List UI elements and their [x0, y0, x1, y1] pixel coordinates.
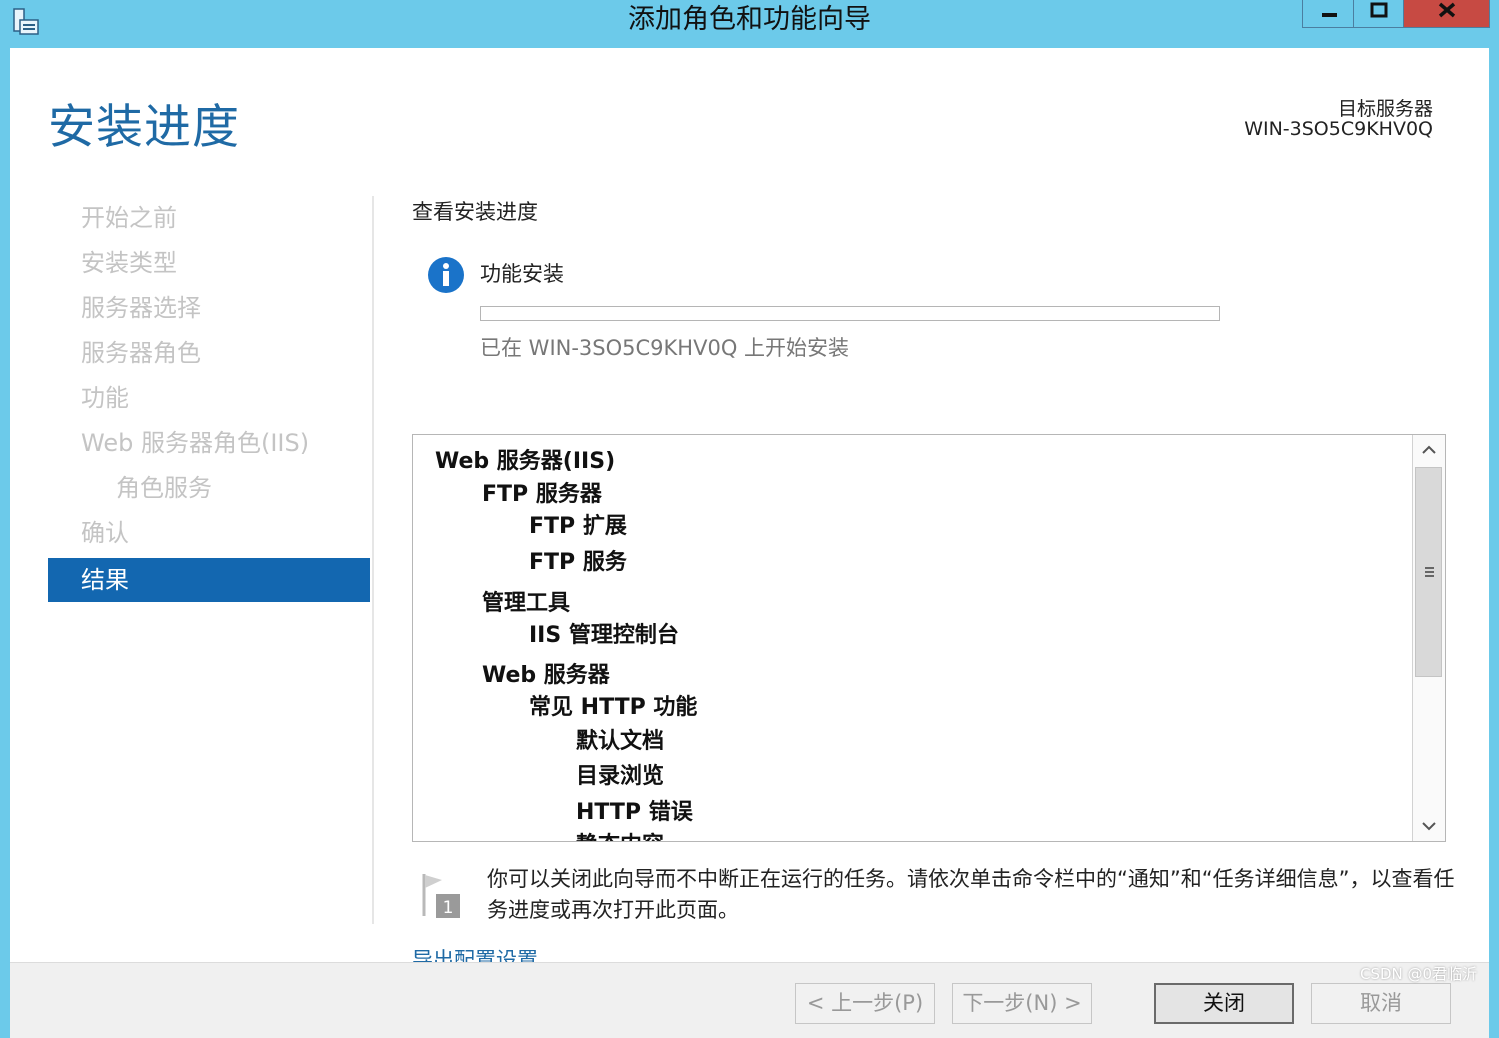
nav-item-server-roles[interactable]: 服务器角色: [48, 331, 370, 375]
nav-item-role-services[interactable]: 角色服务: [48, 466, 370, 510]
list-scrollbar[interactable]: [1412, 435, 1445, 841]
target-server-label: 目标服务器: [1337, 98, 1433, 120]
nav-item-server-selection[interactable]: 服务器选择: [48, 286, 370, 330]
section-heading: 查看安装进度: [412, 200, 538, 224]
list-item: 静态内容: [576, 827, 664, 841]
close-icon: [1438, 2, 1456, 18]
nav-divider: [372, 196, 374, 924]
nav-item-before-you-begin[interactable]: 开始之前: [48, 196, 370, 240]
list-item: 常见 HTTP 功能: [529, 695, 698, 720]
list-item: Web 服务器(IIS): [435, 449, 616, 474]
maximize-button[interactable]: [1354, 0, 1404, 28]
svg-text:1: 1: [443, 898, 454, 918]
cancel-button[interactable]: 取消: [1311, 983, 1451, 1024]
page-title: 安装进度: [48, 100, 240, 155]
list-item: HTTP 错误: [576, 800, 693, 825]
close-wizard-note: 你可以关闭此向导而不中断正在运行的任务。请依次单击命令栏中的“通知”和“任务详细…: [487, 867, 1455, 922]
feature-installation-label: 功能安装: [480, 262, 564, 286]
install-progress-bar: [480, 306, 1220, 321]
nav-item-results[interactable]: 结果: [48, 558, 370, 602]
next-button[interactable]: 下一步(N) >: [952, 983, 1092, 1024]
install-status-text: 已在 WIN-3SO5C9KHV0Q 上开始安装: [480, 336, 850, 360]
nav-item-installation-type[interactable]: 安装类型: [48, 241, 370, 285]
list-item: Web 服务器: [482, 663, 610, 688]
previous-button[interactable]: < 上一步(P): [795, 983, 935, 1024]
list-item: FTP 扩展: [529, 514, 627, 539]
list-item: IIS 管理控制台: [529, 623, 679, 648]
wizard-client-area: 安装进度 目标服务器 WIN-3SO5C9KHV0Q 开始之前 安装类型 服务器…: [10, 48, 1489, 1038]
minimize-button[interactable]: [1302, 0, 1354, 28]
list-item: 管理工具: [482, 591, 571, 616]
notification-flag-icon: 1: [422, 874, 460, 918]
info-icon: [428, 257, 464, 293]
window-title: 添加角色和功能向导: [628, 4, 871, 35]
wizard-footer: < 上一步(P) 下一步(N) > 关闭 取消: [10, 962, 1489, 1038]
scrollbar-thumb[interactable]: [1415, 467, 1442, 677]
title-bar: 添加角色和功能向导: [0, 0, 1499, 46]
close-window-button[interactable]: [1404, 0, 1490, 28]
list-item: FTP 服务: [529, 550, 627, 575]
target-server-value: WIN-3SO5C9KHV0Q: [1244, 118, 1433, 140]
list-item: FTP 服务器: [482, 482, 602, 507]
grip-icon: [1425, 567, 1434, 577]
minimize-icon: [1322, 13, 1337, 17]
list-item: 目录浏览: [576, 764, 665, 789]
nav-item-features[interactable]: 功能: [48, 376, 370, 420]
scroll-up-icon[interactable]: [1413, 435, 1445, 465]
feature-list[interactable]: Web 服务器(IIS) FTP 服务器 FTP 扩展 FTP 服务 管理工具 …: [412, 434, 1446, 842]
list-item: 默认文档: [576, 729, 665, 754]
nav-item-confirmation[interactable]: 确认: [48, 511, 370, 555]
close-button[interactable]: 关闭: [1154, 983, 1294, 1024]
watermark: CSDN @0君临沂: [1360, 965, 1478, 983]
nav-item-web-server-role[interactable]: Web 服务器角色(IIS): [48, 421, 370, 465]
scroll-down-icon[interactable]: [1413, 811, 1445, 841]
maximize-icon: [1370, 2, 1388, 18]
